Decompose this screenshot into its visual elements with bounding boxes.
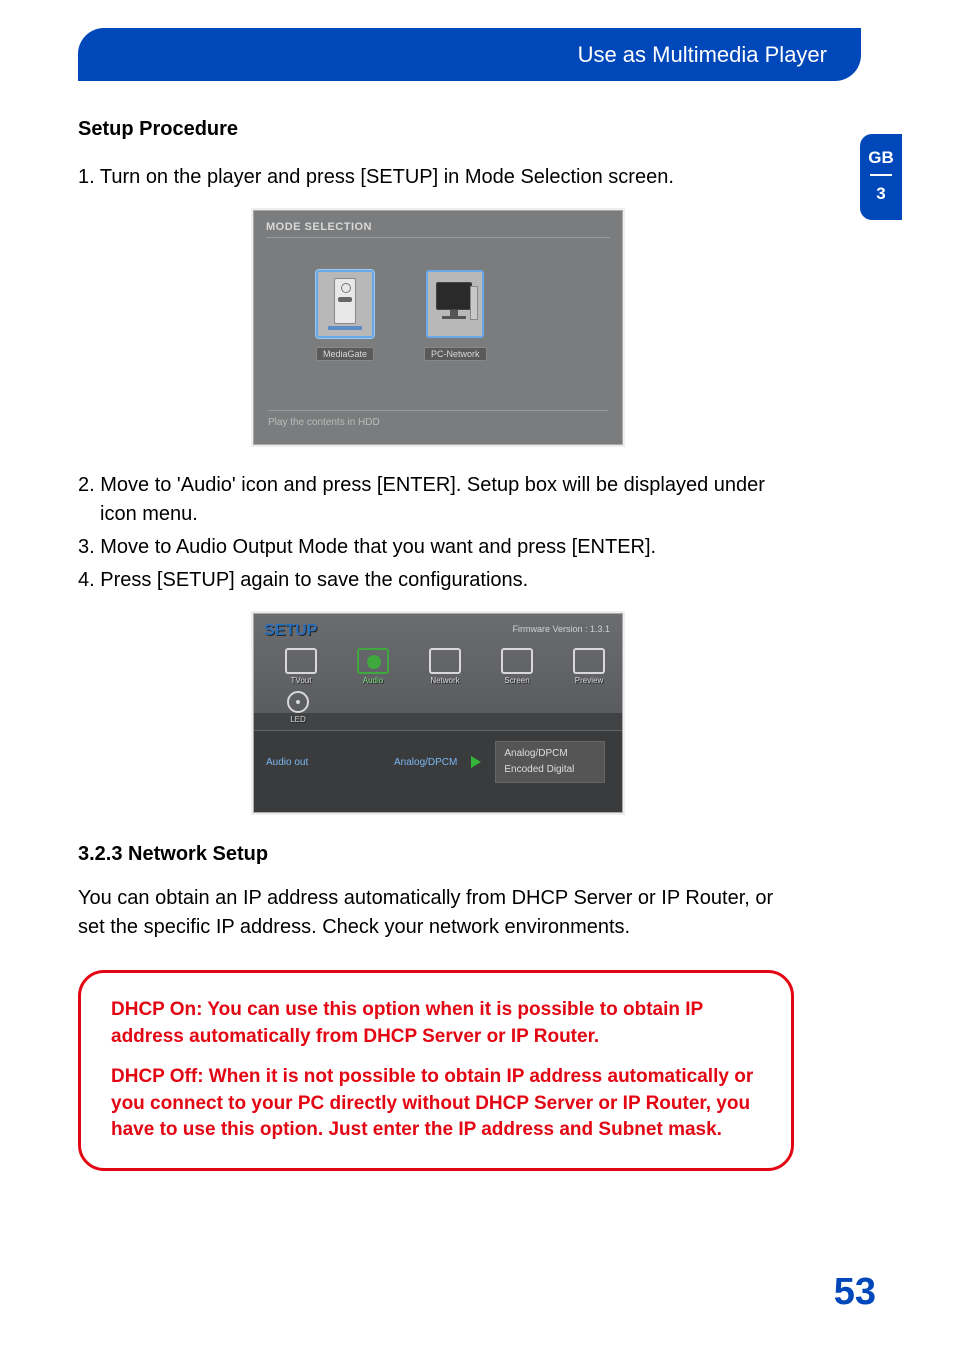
- audio-out-value: Analog/DPCM: [394, 757, 457, 768]
- audio-options-list: Analog/DPCM Encoded Digital: [495, 741, 605, 783]
- audio-icon: Audio: [350, 648, 396, 685]
- dhcp-on-text: DHCP On: You can use this option when it…: [111, 997, 761, 1050]
- pcnetwork-item: PC-Network: [424, 270, 487, 362]
- play-triangle-icon: [471, 756, 481, 768]
- setup-screenshot: SETUP Firmware Version : 1.3.1 TVout Aud…: [253, 613, 623, 813]
- dhcp-off-text: DHCP Off: When it is not possible to obt…: [111, 1064, 761, 1144]
- mode-selection-title: MODE SELECTION: [266, 221, 610, 238]
- setup-options-panel: Audio out Analog/DPCM Analog/DPCM Encode…: [254, 730, 622, 812]
- tvout-icon: TVout: [278, 648, 324, 685]
- side-tab-lang: GB: [860, 148, 902, 168]
- setup-icon-row: TVout Audio Network Screen Preview: [278, 648, 612, 685]
- network-icon: Network: [422, 648, 468, 685]
- pcnetwork-icon: [426, 270, 484, 338]
- page-content: Setup Procedure 1. Turn on the player an…: [78, 118, 798, 1171]
- audio-option: Encoded Digital: [504, 762, 596, 778]
- preview-icon: Preview: [566, 648, 612, 685]
- step-item: 2. Move to 'Audio' icon and press [ENTER…: [78, 471, 798, 529]
- mode-selection-row: MediaGate PC-Network: [316, 270, 610, 362]
- mediagate-icon: [316, 270, 374, 338]
- setup-icon-row-2: LED: [278, 691, 612, 724]
- step-item: 1. Turn on the player and press [SETUP] …: [78, 163, 798, 192]
- mode-selection-screenshot: MODE SELECTION MediaGate PC-Network Play: [253, 210, 623, 445]
- step-item: 3. Move to Audio Output Mode that you wa…: [78, 533, 798, 562]
- network-setup-heading: 3.2.3 Network Setup: [78, 843, 798, 866]
- chapter-header-title: Use as Multimedia Player: [578, 42, 827, 68]
- led-icon: LED: [278, 691, 318, 724]
- network-setup-body: You can obtain an IP address automatical…: [78, 884, 798, 942]
- mediagate-item: MediaGate: [316, 270, 374, 362]
- side-tab-divider: [870, 174, 892, 176]
- step-item: 4. Press [SETUP] again to save the confi…: [78, 566, 798, 595]
- steps-group-b: 2. Move to 'Audio' icon and press [ENTER…: [78, 471, 798, 595]
- steps-group-a: 1. Turn on the player and press [SETUP] …: [78, 163, 798, 192]
- page-number: 53: [834, 1271, 876, 1314]
- screen-icon: Screen: [494, 648, 540, 685]
- dhcp-callout: DHCP On: You can use this option when it…: [78, 970, 794, 1171]
- side-tab-chapter: 3: [860, 184, 902, 204]
- audio-out-label: Audio out: [266, 757, 386, 768]
- setup-procedure-heading: Setup Procedure: [78, 118, 798, 141]
- chapter-header: Use as Multimedia Player: [78, 28, 861, 81]
- mediagate-label: MediaGate: [316, 347, 374, 361]
- audio-option: Analog/DPCM: [504, 746, 596, 762]
- side-tab: GB 3: [860, 134, 902, 220]
- mode-selection-footer: Play the contents in HDD: [268, 410, 608, 428]
- firmware-version: Firmware Version : 1.3.1: [512, 624, 610, 634]
- pcnetwork-label: PC-Network: [424, 347, 487, 361]
